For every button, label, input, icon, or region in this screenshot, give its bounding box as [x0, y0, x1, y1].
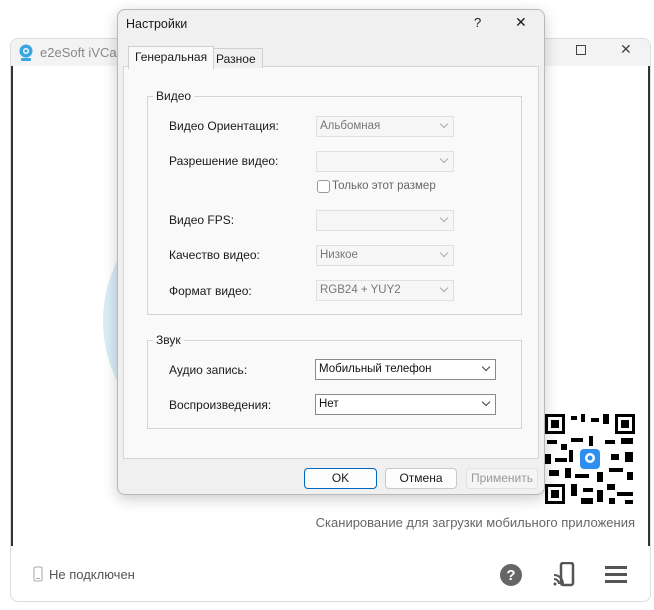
- resolution-label: Разрешение видео:: [169, 154, 279, 168]
- chevron-down-icon: [439, 213, 449, 223]
- orientation-select[interactable]: Альбомная: [316, 116, 454, 137]
- cast-button[interactable]: [553, 562, 575, 588]
- sound-group: [147, 340, 522, 429]
- quality-select[interactable]: Низкое: [316, 245, 454, 266]
- ok-button[interactable]: OK: [304, 468, 377, 489]
- quality-label: Качество видео:: [169, 248, 260, 262]
- playback-value: Нет: [319, 398, 339, 410]
- dialog-close-button[interactable]: ✕: [515, 14, 527, 31]
- chevron-down-icon: [481, 362, 491, 372]
- format-label: Формат видео:: [169, 284, 252, 298]
- phone-icon: [33, 566, 43, 582]
- orientation-value: Альбомная: [320, 120, 381, 132]
- help-button[interactable]: ?: [499, 563, 523, 587]
- resolution-select[interactable]: [316, 151, 454, 172]
- chevron-down-icon: [439, 248, 449, 258]
- only-size-label: Только этот размер: [332, 180, 436, 192]
- format-value: RGB24 + YUY2: [320, 284, 401, 296]
- tab-general[interactable]: Генеральная: [128, 46, 215, 69]
- svg-text:?: ?: [506, 567, 515, 584]
- video-group-legend: Видео: [153, 89, 195, 103]
- tab-misc[interactable]: Разное: [209, 48, 263, 68]
- main-title: e2eSoft iVCam: [40, 45, 128, 60]
- dialog-title: Настройки: [126, 17, 188, 31]
- fps-select[interactable]: [316, 210, 454, 231]
- app-webcam-icon: [19, 44, 33, 61]
- only-size-checkbox[interactable]: [317, 180, 330, 193]
- audio-record-select[interactable]: Мобильный телефон: [315, 359, 496, 380]
- chevron-down-icon: [439, 119, 449, 129]
- format-select[interactable]: RGB24 + YUY2: [316, 280, 454, 301]
- chevron-down-icon: [481, 397, 491, 407]
- settings-dialog: Настройки ? ✕ Видео Видео Ориентация: Ал…: [117, 9, 545, 495]
- dialog-help-button[interactable]: ?: [474, 15, 481, 30]
- quality-value: Низкое: [320, 249, 358, 261]
- fps-label: Видео FPS:: [169, 213, 235, 227]
- connection-status: Не подключен: [49, 567, 135, 582]
- playback-select[interactable]: Нет: [315, 394, 496, 415]
- close-main-button[interactable]: ✕: [620, 41, 632, 58]
- audio-record-label: Аудио запись:: [169, 363, 248, 377]
- playback-label: Воспроизведения:: [169, 398, 272, 412]
- tab-panel-general: Видео Видео Ориентация: Альбомная Разреш…: [123, 66, 539, 459]
- chevron-down-icon: [439, 154, 449, 164]
- maximize-button[interactable]: [576, 45, 586, 55]
- scan-instruction: Сканирование для загрузки мобильного при…: [315, 515, 635, 530]
- cancel-button[interactable]: Отмена: [385, 468, 457, 489]
- audio-record-value: Мобильный телефон: [319, 363, 432, 375]
- menu-hamburger-button[interactable]: [605, 566, 627, 584]
- apply-button[interactable]: Применить: [466, 468, 538, 489]
- orientation-label: Видео Ориентация:: [169, 119, 279, 133]
- chevron-down-icon: [439, 283, 449, 293]
- qr-code[interactable]: [545, 414, 635, 504]
- sound-group-legend: Звук: [153, 333, 184, 347]
